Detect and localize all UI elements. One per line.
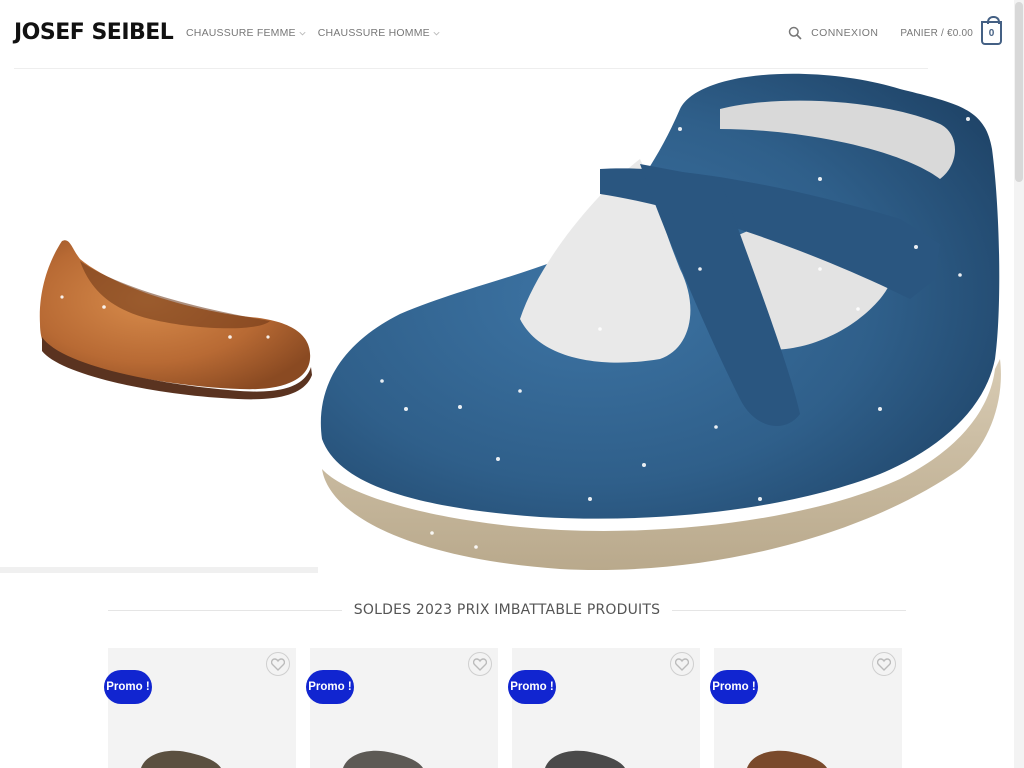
page-scrollbar[interactable] <box>1014 0 1024 768</box>
promo-badge: Promo ! <box>710 670 758 704</box>
site-header: JOSEF SEIBEL CHAUSSURE FEMME CHAUSSURE H… <box>0 0 1014 68</box>
header-actions: CONNEXION PANIER / €0.00 0 <box>788 16 1002 46</box>
heart-icon[interactable] <box>872 652 896 676</box>
hero-image <box>0 73 1001 573</box>
tan-ballerina-shoe <box>39 240 312 400</box>
cart-link[interactable]: PANIER / €0.00 <box>900 28 973 39</box>
product-card[interactable]: Promo ! <box>508 648 700 768</box>
hero-banner <box>0 69 1014 579</box>
chevron-down-icon <box>433 31 440 35</box>
section-title: SOLDES 2023 PRIX IMBATTABLE PRODUITS <box>353 602 661 618</box>
nav-item-chaussure-femme[interactable]: CHAUSSURE FEMME <box>186 27 307 39</box>
product-card[interactable]: Promo ! <box>306 648 498 768</box>
section-heading: SOLDES 2023 PRIX IMBATTABLE PRODUITS <box>108 600 906 620</box>
heart-icon[interactable] <box>468 652 492 676</box>
product-card[interactable]: Promo ! <box>104 648 296 768</box>
product-image <box>747 750 827 768</box>
nav-item-chaussure-homme[interactable]: CHAUSSURE HOMME <box>318 27 441 39</box>
chevron-down-icon <box>299 31 306 35</box>
heart-icon[interactable] <box>266 652 290 676</box>
login-link[interactable]: CONNEXION <box>811 27 878 39</box>
promo-badge: Promo ! <box>508 670 556 704</box>
product-image <box>343 750 423 768</box>
product-image <box>141 750 221 768</box>
main-nav: CHAUSSURE FEMME CHAUSSURE HOMME <box>186 27 441 39</box>
page: JOSEF SEIBEL CHAUSSURE FEMME CHAUSSURE H… <box>0 0 1024 768</box>
promo-badge: Promo ! <box>104 670 152 704</box>
search-icon[interactable] <box>788 26 802 40</box>
product-card[interactable]: Promo ! <box>710 648 902 768</box>
site-logo[interactable]: JOSEF SEIBEL <box>14 20 174 45</box>
promo-badge: Promo ! <box>306 670 354 704</box>
scrollbar-thumb[interactable] <box>1015 2 1023 182</box>
heart-icon[interactable] <box>670 652 694 676</box>
product-image <box>545 750 625 768</box>
divider-line <box>108 609 342 611</box>
nav-item-label: CHAUSSURE FEMME <box>186 27 296 39</box>
cart-count-badge[interactable]: 0 <box>981 16 1002 45</box>
divider-line <box>672 609 906 611</box>
product-grid: Promo ! Promo ! Promo ! Promo ! <box>104 648 906 768</box>
nav-item-label: CHAUSSURE HOMME <box>317 27 430 39</box>
